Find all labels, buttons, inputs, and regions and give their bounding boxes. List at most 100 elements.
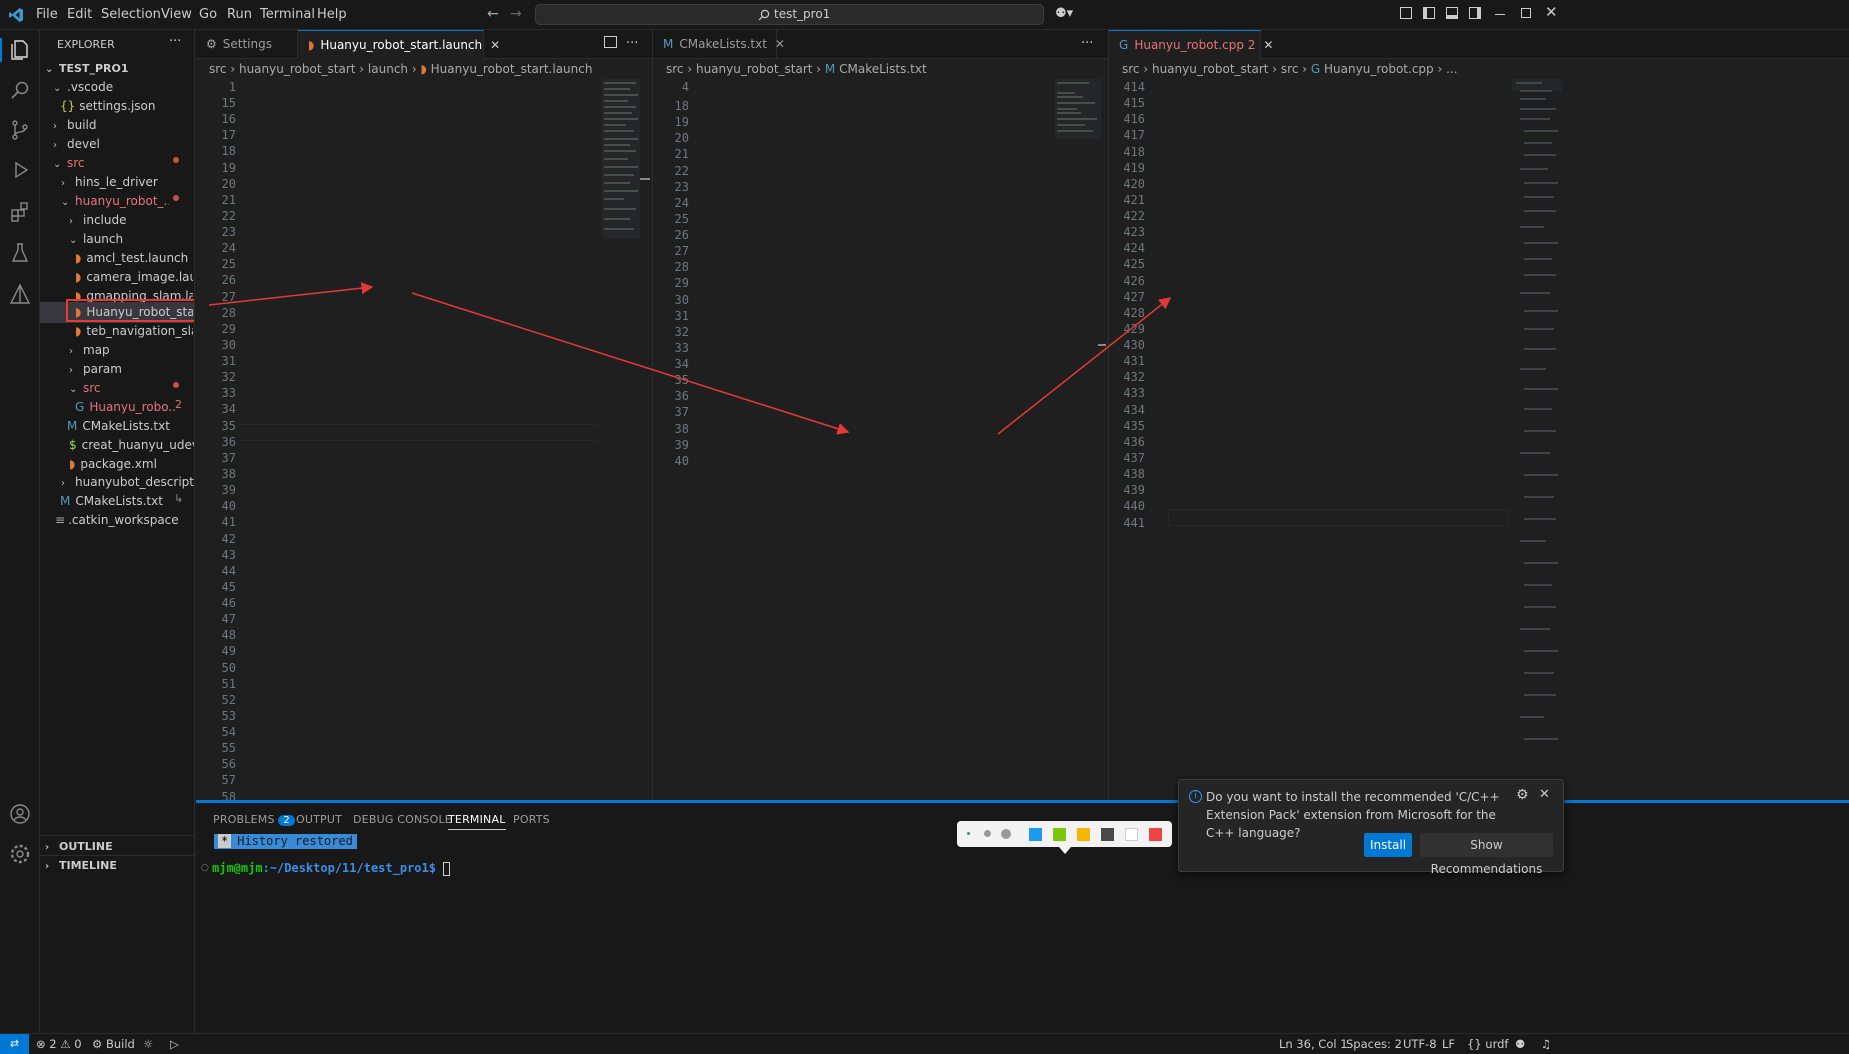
- encoding[interactable]: UTF-8: [1403, 1037, 1437, 1051]
- toggle-secondary-sidebar-icon[interactable]: [1469, 7, 1481, 19]
- breadcrumb-item[interactable]: huanyu_robot_start: [239, 62, 356, 76]
- tree-item-package-xml[interactable]: ◗ package.xml: [69, 455, 157, 474]
- manage-gear-icon[interactable]: [8, 842, 32, 866]
- tree-item-build[interactable]: › build: [53, 116, 97, 135]
- menu-terminal[interactable]: Terminal: [260, 7, 315, 22]
- color-swatch-green[interactable]: [1053, 828, 1066, 841]
- outline-section[interactable]: › OUTLINE: [45, 837, 113, 856]
- pen-size-small[interactable]: [967, 832, 970, 835]
- breadcrumb-item[interactable]: Huanyu_robot_start.launch: [431, 62, 593, 76]
- menu-edit[interactable]: Edit: [67, 7, 92, 22]
- tree-item-hins-le-driver[interactable]: › hins_le_driver: [61, 173, 158, 192]
- terminal-prompt[interactable]: mjm@mjm:~/Desktop/11/test_pro1$: [212, 861, 451, 876]
- build-status[interactable]: ⚙ Build: [92, 1037, 135, 1051]
- close-tab-icon[interactable]: ✕: [775, 37, 785, 51]
- color-swatch-yellow[interactable]: [1077, 828, 1090, 841]
- menu-view[interactable]: View: [161, 7, 192, 22]
- menu-run[interactable]: Run: [227, 7, 252, 22]
- debug-icon[interactable]: ☼: [143, 1037, 153, 1051]
- tree-item-include[interactable]: › include: [69, 211, 126, 230]
- indentation[interactable]: Spaces: 2: [1346, 1037, 1402, 1051]
- close-icon[interactable]: ✕: [1545, 3, 1558, 21]
- panel-tab-ports[interactable]: PORTS: [513, 813, 550, 826]
- breadcrumb-item[interactable]: src: [209, 62, 227, 76]
- run-debug-icon[interactable]: [8, 158, 32, 182]
- tree-item-src[interactable]: ⌄ src: [53, 154, 85, 173]
- close-icon[interactable]: ✕: [1539, 787, 1550, 802]
- menu-selection[interactable]: Selection: [101, 7, 161, 22]
- toggle-panel-icon[interactable]: [1446, 7, 1458, 19]
- problems-status[interactable]: ⊗ 2 ⚠ 0: [36, 1037, 82, 1051]
- tree-item-camera-image[interactable]: ◗ camera_image.lau...: [75, 268, 193, 287]
- install-button[interactable]: Install: [1364, 833, 1412, 857]
- menu-help[interactable]: Help: [317, 7, 347, 22]
- menu-file[interactable]: File: [36, 7, 58, 22]
- color-swatch-dark[interactable]: [1101, 828, 1114, 841]
- tree-item-devel[interactable]: › devel: [53, 135, 100, 154]
- editor2-minimap[interactable]: [1053, 79, 1103, 800]
- pen-size-medium[interactable]: [984, 830, 991, 837]
- panel-tab-debug-console[interactable]: DEBUG CONSOLE: [353, 813, 452, 826]
- tab-huanyu-robot-cpp[interactable]: G Huanyu_robot.cpp 2 ✕: [1109, 30, 1273, 59]
- editor2-code-area[interactable]: 4 18 19 20 21 22 23 24 25 26 27 28 29 30 31 32 33 34 35 36 3…: [653, 79, 1050, 800]
- close-tab-icon[interactable]: ✕: [490, 38, 500, 52]
- tree-item-amcl-test[interactable]: ◗ amcl_test.launch: [75, 249, 193, 268]
- timeline-section[interactable]: › TIMELINE: [45, 856, 117, 875]
- panel-tab-output[interactable]: OUTPUT: [296, 813, 342, 826]
- tree-item-vscode[interactable]: ⌄ .vscode: [53, 78, 113, 97]
- more-actions-icon[interactable]: ···: [626, 36, 638, 51]
- explorer-icon[interactable]: [8, 38, 32, 62]
- tree-item-launch[interactable]: ⌄ launch: [69, 230, 123, 249]
- tree-item-src-sub[interactable]: ⌄ src: [69, 379, 101, 398]
- color-swatch-white[interactable]: [1125, 828, 1138, 841]
- tree-item-cmakelists[interactable]: M CMakeLists.txt: [67, 417, 170, 436]
- toggle-sidebar-icon[interactable]: [1423, 7, 1435, 19]
- copilot-status-icon[interactable]: ⚉: [1515, 1037, 1525, 1051]
- breadcrumb-item[interactable]: src: [1122, 62, 1140, 76]
- cursor-position[interactable]: Ln 36, Col 1: [1279, 1037, 1348, 1051]
- panel-tab-problems[interactable]: PROBLEMS 2: [213, 813, 295, 826]
- cmake-icon[interactable]: [8, 282, 32, 306]
- color-swatch-blue[interactable]: [1029, 828, 1042, 841]
- forward-arrow-icon[interactable]: →: [510, 6, 522, 22]
- breadcrumb-item[interactable]: ...: [1446, 62, 1457, 76]
- tree-item-map[interactable]: › map: [69, 341, 110, 360]
- tree-item-cmakelists-root[interactable]: M CMakeLists.txt: [60, 492, 163, 511]
- customize-layout-icon[interactable]: [1400, 7, 1412, 19]
- breadcrumb-item[interactable]: huanyu_robot_start: [1152, 62, 1269, 76]
- editor1-code-area[interactable]: 1 15 16 17 18 19 20 21 22 23 24 25 26 27 28 29 30 31 32 33 3…: [196, 79, 596, 800]
- tree-item-creat-udev[interactable]: $ creat_huanyu_udev.sh: [69, 436, 194, 455]
- run-icon[interactable]: ▷: [170, 1037, 179, 1051]
- editor1-minimap[interactable]: [600, 79, 640, 800]
- tree-item-teb-navigation[interactable]: ◗ teb_navigation_sla...: [75, 322, 193, 341]
- account-icon[interactable]: [8, 802, 32, 826]
- breadcrumb-item[interactable]: CMakeLists.txt: [839, 62, 927, 76]
- notifications-bell-icon[interactable]: ♫: [1541, 1037, 1551, 1051]
- line-ending[interactable]: LF: [1442, 1037, 1455, 1051]
- language-mode[interactable]: {} urdf: [1467, 1037, 1508, 1051]
- breadcrumb-item[interactable]: launch: [368, 62, 408, 76]
- tree-item-huanyu-robot-start[interactable]: ⌄ huanyu_robot_...: [61, 192, 169, 211]
- breadcrumb-item[interactable]: src: [666, 62, 684, 76]
- breadcrumb-item[interactable]: huanyu_robot_start: [696, 62, 813, 76]
- editor3-minimap[interactable]: [1512, 79, 1562, 800]
- maximize-icon[interactable]: [1521, 8, 1531, 18]
- close-tab-icon[interactable]: ✕: [1263, 38, 1273, 52]
- color-swatch-red[interactable]: [1149, 828, 1162, 841]
- tree-item-param[interactable]: › param: [69, 360, 122, 379]
- copilot-icon[interactable]: ⚉▾: [1055, 6, 1073, 21]
- tree-item-huanyubot-description[interactable]: › huanyubot_description: [61, 473, 194, 492]
- back-arrow-icon[interactable]: ←: [487, 6, 499, 22]
- more-actions-icon[interactable]: ···: [169, 34, 181, 49]
- tree-item-settings-json[interactable]: {} settings.json: [60, 97, 155, 116]
- menu-go[interactable]: Go: [199, 7, 217, 22]
- extensions-icon[interactable]: [8, 200, 32, 224]
- testing-icon[interactable]: [8, 241, 32, 265]
- command-center-search[interactable]: test_pro1: [535, 4, 1044, 25]
- minimize-icon[interactable]: [1495, 14, 1505, 15]
- gear-icon[interactable]: ⚙: [1516, 787, 1529, 803]
- workspace-root[interactable]: ⌄ TEST_PRO1: [45, 59, 128, 78]
- search-icon[interactable]: [8, 78, 32, 102]
- breadcrumb-item[interactable]: Huanyu_robot.cpp: [1324, 62, 1434, 76]
- editor3-code-area[interactable]: 414 415 416 417 418 419 420 421 422 423 424 425 426 4…: [1109, 79, 1509, 800]
